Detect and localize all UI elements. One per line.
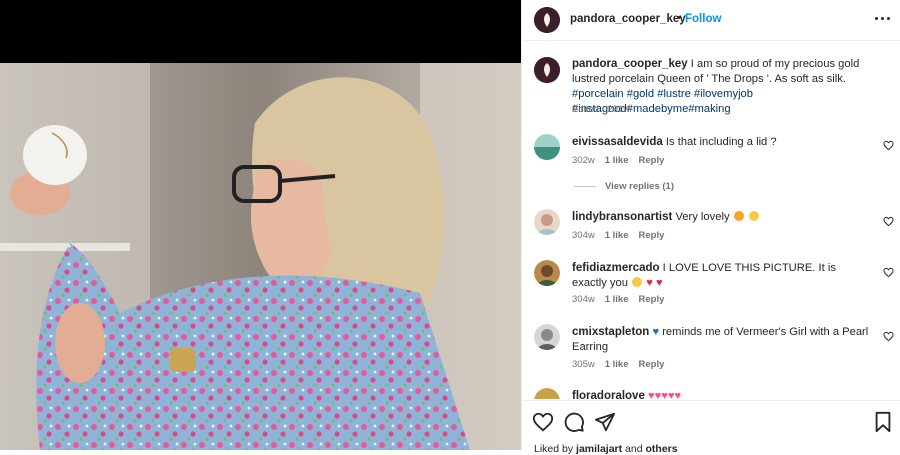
reply-button[interactable]: Reply [639,155,665,166]
caption-username[interactable]: pandora_cooper_key [572,58,688,70]
comment-age: 304w [572,230,595,241]
comment-username[interactable]: cmixstapleton [572,326,649,338]
red-heart-emoji-icon: ♥ ♥ [646,277,663,289]
heart-icon[interactable] [883,216,894,227]
comment-item: floradoralove ♥♥♥♥♥ [572,389,872,399]
reply-button[interactable]: Reply [639,294,665,305]
post-photo[interactable] [0,63,521,450]
comment-meta: 302w 1 like Reply [572,155,674,166]
comment-item: lindybransonartist Very lovely [572,210,872,225]
liked-by-user[interactable]: jamilajart [576,443,622,455]
view-replies-button[interactable]: View replies (1) [574,181,674,192]
reply-button[interactable]: Reply [639,359,665,370]
commenter-avatar[interactable] [534,209,560,235]
share-icon[interactable] [594,411,616,433]
comment-meta: 304w 1 like Reply [572,230,674,241]
heart-icon[interactable] [883,140,894,151]
reply-button[interactable]: Reply [639,230,665,241]
liked-by-text: Liked by jamilajart and others [534,443,678,455]
hands-emoji-icon [748,211,759,221]
hashtag[interactable]: #porcelain [572,88,624,100]
hashtag[interactable]: #madebyme [627,103,689,115]
comment-item: fefidiazmercado I LOVE LOVE THIS PICTURE… [572,261,872,291]
comment-age: 304w [572,294,595,305]
photo-illustration [0,63,521,450]
comment-age: 302w [572,155,595,166]
post-sidebar: pandora_cooper_key • Follow pandora_coop… [521,0,900,455]
more-options-icon[interactable] [874,13,892,25]
comment-item: cmixstapleton ♥ reminds me of Vermeer's … [572,325,872,355]
pink-heart-emojis-icon: ♥♥♥♥♥ [647,390,682,399]
separator-dot: • [677,12,681,24]
save-icon[interactable] [872,411,894,433]
comment-item: eivissasaldevida Is that including a lid… [572,135,872,150]
post-header: pandora_cooper_key • Follow [522,0,900,41]
heart-icon[interactable] [883,267,894,278]
comment-username[interactable]: fefidiazmercado [572,262,660,274]
hashtag[interactable]: #ilovemyjob [694,88,753,100]
blue-heart-emoji-icon: ♥ [652,326,660,338]
author-username[interactable]: pandora_cooper_key [570,13,686,25]
likes-others-link[interactable]: others [646,443,678,455]
action-bar: Liked by jamilajart and others [522,400,900,455]
comment-likes[interactable]: 1 like [605,155,629,166]
caption-meta: Edited · 291w [572,104,631,115]
hashtag[interactable]: #making [688,103,730,115]
heart-icon[interactable] [532,411,554,433]
comment-username[interactable]: eivissasaldevida [572,136,663,148]
commenter-avatar[interactable] [534,388,560,399]
comment-icon[interactable] [563,411,585,433]
commenter-avatar[interactable] [534,260,560,286]
replies-divider [574,185,596,187]
hashtag[interactable]: #lustre [657,88,691,100]
commenter-avatar[interactable] [534,134,560,160]
caption-author-avatar[interactable] [534,57,560,83]
hug-emoji-icon [733,211,744,221]
follow-button[interactable]: Follow [685,13,721,25]
comment-likes[interactable]: 1 like [605,294,629,305]
comment-meta: 304w 1 like Reply [572,294,674,305]
author-avatar[interactable] [534,7,560,33]
commenter-avatar[interactable] [534,324,560,350]
comment-text: Very lovely [675,211,730,223]
comment-username[interactable]: lindybransonartist [572,211,672,223]
comments-list[interactable]: pandora_cooper_key I am so proud of my p… [522,41,900,399]
heart-eyes-emoji-icon [632,277,643,287]
comment-likes[interactable]: 1 like [605,359,629,370]
comment-age: 305w [572,359,595,370]
comment-likes[interactable]: 1 like [605,230,629,241]
comment-text: Is that including a lid ? [665,136,777,148]
post-media[interactable] [0,0,521,450]
comment-meta: 305w 1 like Reply [572,359,674,370]
hashtag[interactable]: #gold [627,88,654,100]
comment-username[interactable]: floradoralove [572,390,645,399]
heart-icon[interactable] [883,331,894,342]
